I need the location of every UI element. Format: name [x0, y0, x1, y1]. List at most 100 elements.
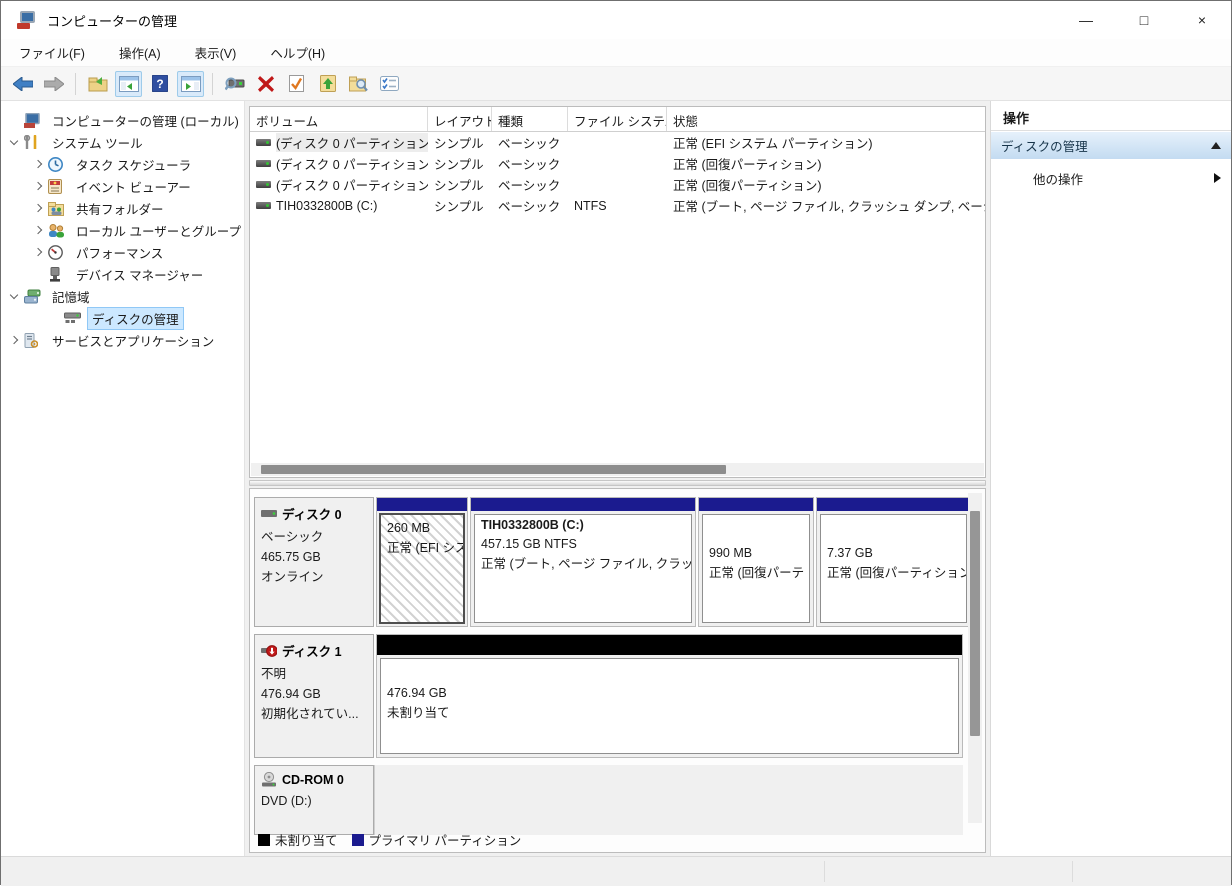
- tree-item-label: システム ツール: [47, 131, 148, 154]
- toolbar: ?: [1, 67, 1231, 101]
- legend-label: 未割り当て: [275, 830, 338, 849]
- disk1-info[interactable]: ディスク 1 不明 476.94 GB 初期化されてい...: [254, 634, 374, 758]
- tree-item-label: コンピューターの管理 (ローカル): [47, 109, 244, 132]
- volume-row[interactable]: (ディスク 0 パーティション 4) シンプル ベーシック 正常 (回復パーティ…: [250, 153, 985, 174]
- app-icon: [17, 11, 37, 29]
- chevron-down-icon[interactable]: [10, 290, 18, 298]
- volume-icon: [256, 139, 271, 146]
- tree-item-storage[interactable]: 記憶域: [1, 285, 244, 307]
- actions-section-disk-management[interactable]: ディスクの管理: [991, 132, 1231, 159]
- view-options-button[interactable]: [376, 71, 403, 97]
- cdrom-info[interactable]: CD-ROM 0 DVD (D:): [254, 765, 374, 835]
- tree-item-disk-management[interactable]: ディスクの管理: [1, 307, 244, 329]
- chevron-right-icon[interactable]: [34, 160, 42, 168]
- volume-row[interactable]: (ディスク 0 パーティション 5) シンプル ベーシック 正常 (回復パーティ…: [250, 174, 985, 195]
- open-button[interactable]: [314, 71, 341, 97]
- menu-file[interactable]: ファイル(F): [9, 39, 95, 66]
- volume-icon: [256, 181, 271, 188]
- partition-c-drive[interactable]: TIH0332800B (C:) 457.15 GB NTFS 正常 (ブート,…: [470, 497, 696, 627]
- chevron-right-icon[interactable]: [34, 226, 42, 234]
- close-button[interactable]: ×: [1173, 1, 1231, 39]
- tree-item-performance[interactable]: パフォーマンス: [1, 241, 244, 263]
- delete-button[interactable]: [252, 71, 279, 97]
- partition-recovery-7gb[interactable]: 7.37 GB 正常 (回復パーティション: [816, 497, 971, 627]
- volume-type: ベーシック: [492, 196, 568, 215]
- partition-size: 990 MB: [709, 543, 803, 563]
- partition-efi[interactable]: 260 MB 正常 (EFI シス: [376, 497, 468, 627]
- main-area: コンピューターの管理 (ローカル) システム ツール タスク スケジューラ イベ…: [1, 101, 1231, 856]
- menu-help[interactable]: ヘルプ(H): [260, 39, 335, 66]
- pane-splitter[interactable]: [249, 480, 986, 486]
- tree-item-device-manager[interactable]: デバイス マネージャー: [1, 263, 244, 285]
- column-header-status[interactable]: 状態: [667, 107, 985, 131]
- chevron-down-icon[interactable]: [10, 136, 18, 144]
- explore-button[interactable]: [345, 71, 372, 97]
- cdrom-row: CD-ROM 0 DVD (D:): [254, 765, 963, 835]
- chevron-right-icon[interactable]: [34, 182, 42, 190]
- tree-item-services-applications[interactable]: サービスとアプリケーション: [1, 329, 244, 351]
- volume-layout: シンプル: [428, 175, 492, 194]
- explore-folder-icon: [349, 75, 368, 92]
- tree-item-local-users-groups[interactable]: ローカル ユーザーとグループ: [1, 219, 244, 241]
- chevron-right-icon[interactable]: [34, 204, 42, 212]
- legend: 未割り当て プライマリ パーティション: [258, 830, 521, 849]
- column-header-filesystem[interactable]: ファイル システム: [568, 107, 667, 131]
- tree-item-task-scheduler[interactable]: タスク スケジューラ: [1, 153, 244, 175]
- horizontal-scrollbar-thumb[interactable]: [261, 465, 726, 474]
- show-action-pane-button[interactable]: [177, 71, 204, 97]
- volume-name: (ディスク 0 パーティション 1): [276, 133, 428, 152]
- vertical-scrollbar[interactable]: [968, 493, 982, 823]
- menu-view[interactable]: 表示(V): [185, 39, 247, 66]
- tree-item-computer-management[interactable]: コンピューターの管理 (ローカル): [1, 109, 244, 131]
- minimize-button[interactable]: —: [1057, 1, 1115, 39]
- action-pane-icon: [181, 76, 201, 92]
- horizontal-scrollbar[interactable]: [251, 463, 984, 476]
- task-scheduler-icon: [48, 157, 65, 172]
- disk-magnifier-icon: [225, 76, 245, 91]
- menu-bar: ファイル(F) 操作(A) 表示(V) ヘルプ(H): [1, 39, 1231, 67]
- volume-list: ボリューム レイアウト 種類 ファイル システム 状態 (ディスク 0 パーティ…: [249, 106, 986, 478]
- delete-x-icon: [258, 76, 274, 92]
- submenu-arrow-icon: [1214, 173, 1221, 183]
- tree-item-label: デバイス マネージャー: [71, 263, 208, 286]
- section-label: ディスクの管理: [1001, 136, 1088, 155]
- disk0-info[interactable]: ディスク 0 ベーシック 465.75 GB オンライン: [254, 497, 374, 627]
- tree-item-shared-folders[interactable]: 共有フォルダー: [1, 197, 244, 219]
- volume-layout: シンプル: [428, 133, 492, 152]
- unallocated-space[interactable]: 476.94 GB 未割り当て: [376, 634, 963, 758]
- show-console-tree-button[interactable]: [115, 71, 142, 97]
- volume-status: 正常 (EFI システム パーティション): [667, 133, 985, 152]
- collapse-icon[interactable]: [1211, 142, 1221, 149]
- chevron-right-icon[interactable]: [34, 248, 42, 256]
- maximize-button[interactable]: □: [1115, 1, 1173, 39]
- export-folder-icon: [88, 76, 108, 92]
- export-list-button[interactable]: [84, 71, 111, 97]
- forward-icon: [44, 77, 64, 91]
- properties-button[interactable]: [283, 71, 310, 97]
- view-disk-button[interactable]: [221, 71, 248, 97]
- help-icon: ?: [152, 75, 168, 92]
- column-header-volume[interactable]: ボリューム: [250, 107, 428, 131]
- more-actions-item[interactable]: 他の操作: [991, 165, 1231, 191]
- menu-action[interactable]: 操作(A): [109, 39, 171, 66]
- device-manager-icon: [48, 267, 65, 282]
- unallocated-color-bar: [377, 635, 962, 655]
- help-button[interactable]: ?: [146, 71, 173, 97]
- forward-button[interactable]: [40, 71, 67, 97]
- column-header-type[interactable]: 種類: [492, 107, 568, 131]
- volume-row[interactable]: (ディスク 0 パーティション 1) シンプル ベーシック 正常 (EFI シス…: [250, 132, 985, 153]
- back-button[interactable]: [9, 71, 36, 97]
- disk-type: ベーシック: [261, 527, 367, 547]
- column-header-layout[interactable]: レイアウト: [428, 107, 492, 131]
- chevron-right-icon[interactable]: [10, 336, 18, 344]
- vertical-scrollbar-thumb[interactable]: [970, 511, 980, 736]
- tree-item-event-viewer[interactable]: イベント ビューアー: [1, 175, 244, 197]
- volume-status: 正常 (回復パーティション): [667, 175, 985, 194]
- partition-color-bar: [377, 498, 467, 511]
- partition-recovery-990mb[interactable]: 990 MB 正常 (回復パーテ: [698, 497, 814, 627]
- disk0-row: ディスク 0 ベーシック 465.75 GB オンライン 260 MB 正常 (…: [254, 497, 963, 627]
- volume-name: (ディスク 0 パーティション 5): [276, 175, 428, 194]
- tree-item-system-tools[interactable]: システム ツール: [1, 131, 244, 153]
- users-icon: [48, 223, 65, 238]
- volume-row[interactable]: TIH0332800B (C:) シンプル ベーシック NTFS 正常 (ブート…: [250, 195, 985, 216]
